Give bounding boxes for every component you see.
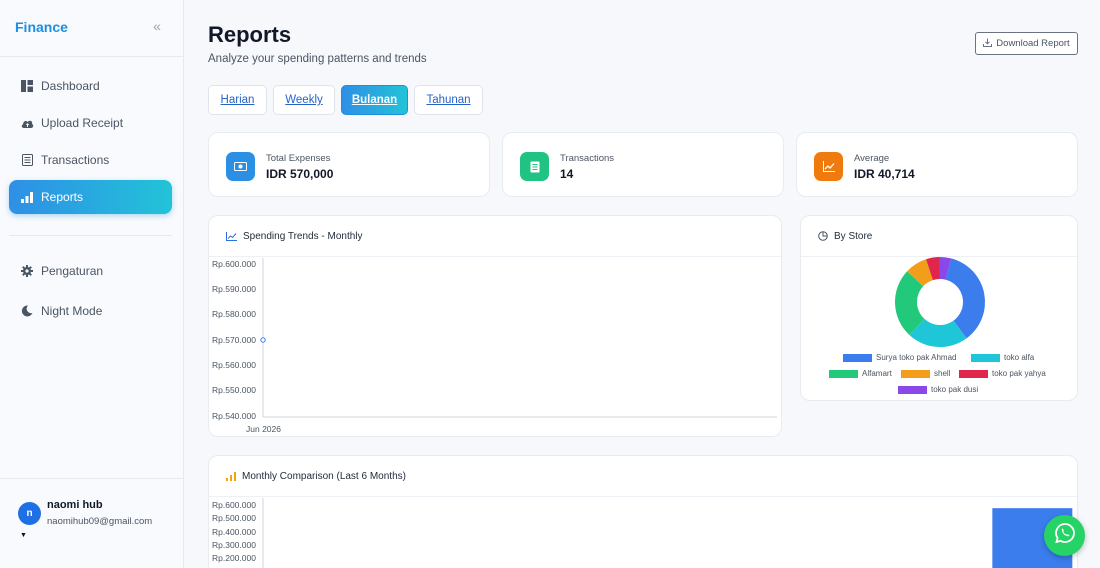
tab-bulanan[interactable]: Bulanan bbox=[341, 85, 408, 115]
stat-value: IDR 570,000 bbox=[266, 167, 334, 181]
legend-swatch bbox=[898, 385, 927, 394]
download-icon bbox=[983, 38, 993, 50]
legend-label: toko alfa bbox=[1004, 353, 1035, 362]
stat-value: IDR 40,714 bbox=[854, 167, 915, 181]
legend-label: toko pak dusi bbox=[931, 385, 979, 394]
receipt-icon bbox=[520, 152, 549, 181]
legend-item[interactable]: toko alfa bbox=[971, 353, 1034, 362]
legend-swatch bbox=[901, 369, 930, 378]
sidebar-item-label: Pengaturan bbox=[41, 264, 104, 278]
stat-label: Transactions bbox=[560, 153, 615, 164]
sidebar-divider bbox=[0, 56, 184, 57]
tab-harian[interactable]: Harian bbox=[208, 85, 267, 115]
trend-chart-icon bbox=[814, 152, 843, 181]
tab-weekly[interactable]: Weekly bbox=[273, 85, 335, 115]
money-icon bbox=[226, 152, 255, 181]
page-title: Reports bbox=[208, 22, 292, 47]
line-point bbox=[260, 337, 266, 343]
legend-label: Alfamart bbox=[862, 369, 892, 378]
cloud-upload-icon bbox=[20, 116, 34, 130]
gear-icon bbox=[20, 264, 34, 278]
monthly-comparison-plot bbox=[262, 498, 1073, 568]
user-email: naomihub09@gmail.com bbox=[47, 516, 153, 527]
sidebar-item-reports[interactable]: Reports bbox=[9, 180, 172, 214]
user-name: naomi hub bbox=[47, 499, 103, 511]
legend-swatch bbox=[959, 369, 988, 378]
sidebar: Finance « Dashboard Upload Receipt Trans… bbox=[0, 0, 184, 568]
legend-label: Surya toko pak Ahmad bbox=[876, 353, 957, 362]
dashboard-icon bbox=[20, 79, 34, 93]
legend-label: toko pak yahya bbox=[992, 369, 1046, 378]
sidebar-item-night-mode[interactable]: Night Mode bbox=[9, 294, 172, 328]
legend-swatch bbox=[843, 353, 872, 362]
legend-item[interactable]: toko pak yahya bbox=[959, 369, 1046, 378]
stat-card-transactions: Transactions 14 bbox=[502, 132, 784, 197]
legend-item[interactable]: shell bbox=[901, 369, 950, 378]
legend-item[interactable]: Alfamart bbox=[829, 369, 892, 378]
stat-card-total-expenses: Total Expenses IDR 570,000 bbox=[208, 132, 490, 197]
legend-swatch bbox=[971, 353, 1000, 362]
sidebar-item-label: Reports bbox=[41, 190, 84, 204]
by-store-card: By Store Surya toko pak Ahmad toko alfa Al… bbox=[800, 215, 1078, 401]
stat-label: Total Expenses bbox=[266, 153, 331, 164]
stat-label: Average bbox=[854, 153, 890, 164]
monthly-comparison-card: Monthly Comparison (Last 6 Months) Rp.60… bbox=[208, 455, 1078, 568]
page-subtitle: Analyze your spending patterns and trend… bbox=[208, 53, 427, 65]
bar-chart-icon bbox=[20, 190, 34, 204]
sidebar-item-label: Night Mode bbox=[41, 304, 103, 318]
legend-swatch bbox=[829, 369, 858, 378]
download-report-button[interactable]: Download Report bbox=[975, 32, 1078, 55]
app-brand: Finance bbox=[15, 19, 68, 35]
sidebar-item-label: Transactions bbox=[41, 153, 110, 167]
sidebar-item-upload-receipt[interactable]: Upload Receipt bbox=[9, 106, 172, 140]
legend-label: shell bbox=[934, 369, 951, 378]
sidebar-item-dashboard[interactable]: Dashboard bbox=[9, 69, 172, 103]
whatsapp-button[interactable] bbox=[1044, 515, 1085, 556]
double-chevron-left-icon[interactable]: « bbox=[149, 17, 165, 35]
legend-item[interactable]: toko pak dusi bbox=[898, 385, 978, 394]
spending-trends-plot bbox=[260, 258, 777, 418]
sidebar-item-transactions[interactable]: Transactions bbox=[9, 143, 172, 177]
sidebar-item-pengaturan[interactable]: Pengaturan bbox=[9, 254, 172, 288]
avatar: n bbox=[18, 502, 41, 525]
stat-card-average: Average IDR 40,714 bbox=[796, 132, 1078, 197]
whatsapp-icon bbox=[1054, 522, 1076, 549]
caret-down-icon[interactable]: ▼ bbox=[20, 532, 27, 539]
receipt-icon bbox=[20, 153, 34, 167]
spending-trends-card: Spending Trends - Monthly Rp.600.000 Rp.… bbox=[208, 215, 782, 437]
legend-item[interactable]: Surya toko pak Ahmad bbox=[843, 353, 957, 362]
stat-value: 14 bbox=[560, 167, 574, 181]
download-report-label: Download Report bbox=[996, 38, 1070, 49]
sidebar-item-label: Upload Receipt bbox=[41, 116, 124, 130]
sidebar-divider bbox=[9, 235, 172, 236]
user-profile[interactable]: n naomi hub naomihub09@gmail.com ▼ bbox=[0, 478, 184, 568]
tab-tahunan[interactable]: Tahunan bbox=[414, 85, 483, 115]
sidebar-item-label: Dashboard bbox=[41, 79, 100, 93]
moon-icon bbox=[20, 304, 34, 318]
